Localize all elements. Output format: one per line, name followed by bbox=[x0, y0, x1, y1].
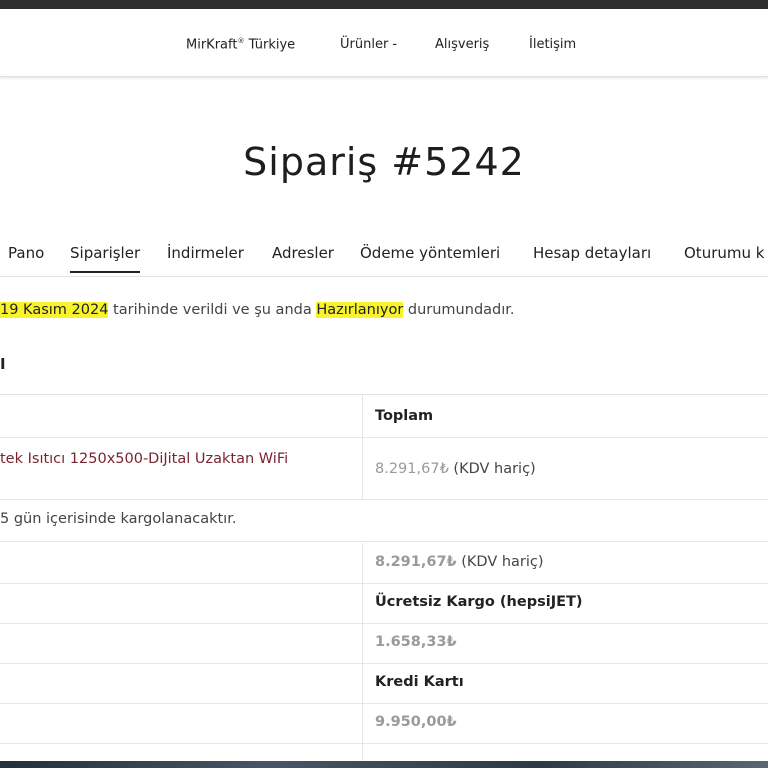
total-row: 9.950,00₺ bbox=[0, 703, 768, 744]
tax-value: 1.658,33₺ bbox=[375, 634, 457, 650]
shipping-row: Ücretsiz Kargo (hepsiJET) bbox=[0, 583, 768, 624]
payment-method-value: Kredi Kartı bbox=[375, 674, 464, 690]
tab-oturumu-kapat[interactable]: Oturumu k bbox=[684, 244, 764, 262]
tax-row: 1.658,33₺ bbox=[0, 623, 768, 664]
order-details-table: Toplam tek Isıtıcı 1250x500-DiJital Uzak… bbox=[0, 394, 768, 763]
column-divider bbox=[362, 395, 363, 437]
section-heading: I bbox=[0, 355, 6, 373]
product-total: 8.291,67₺ bbox=[375, 461, 449, 477]
subtotal-cell: 8.291,67₺ (KDV hariç) bbox=[375, 554, 544, 570]
site-navbar: MirKraft® Türkiye Ürünler - Alışveriş İl… bbox=[0, 9, 768, 77]
tab-odeme-yontemleri[interactable]: Ödeme yöntemleri bbox=[360, 244, 500, 262]
nav-item-iletisim[interactable]: İletişim bbox=[529, 37, 576, 52]
product-total-cell: 8.291,67₺ (KDV hariç) bbox=[375, 461, 536, 477]
status-text-end: durumundadır. bbox=[403, 302, 515, 318]
shipping-note: 5 gün içerisinde kargolanacaktır. bbox=[0, 511, 237, 527]
shipping-value: Ücretsiz Kargo (hepsiJET) bbox=[375, 594, 583, 610]
table-header-row: Toplam bbox=[0, 395, 768, 438]
nav-item-urunler[interactable]: Ürünler - bbox=[340, 37, 397, 52]
order-status-message: 19 Kasım 2024 tarihinde verildi ve şu an… bbox=[0, 302, 515, 318]
page-title: Sipariş #5242 bbox=[243, 140, 525, 184]
nav-item-alisveris[interactable]: Alışveriş bbox=[435, 37, 489, 52]
browser-top-bar bbox=[0, 0, 768, 9]
subtotal-row: 8.291,67₺ (KDV hariç) bbox=[0, 543, 768, 584]
order-date: 19 Kasım 2024 bbox=[0, 302, 109, 318]
product-tax-note: (KDV hariç) bbox=[448, 461, 536, 477]
tab-siparisler[interactable]: Siparişler bbox=[70, 244, 141, 273]
order-status-badge: Hazırlanıyor bbox=[316, 302, 404, 318]
tab-indirmeler[interactable]: İndirmeler bbox=[167, 244, 244, 262]
subtotal-value: 8.291,67₺ bbox=[375, 554, 457, 570]
subtotal-tax-note: (KDV hariç) bbox=[456, 554, 544, 570]
tab-hesap-detaylari[interactable]: Hesap detayları bbox=[533, 244, 651, 262]
status-text-middle: tarihinde verildi ve şu anda bbox=[108, 302, 317, 318]
header-total: Toplam bbox=[375, 408, 434, 424]
tab-pano[interactable]: Pano bbox=[8, 244, 44, 262]
nav-brand-link[interactable]: MirKraft® Türkiye bbox=[186, 37, 295, 52]
brand-name: MirKraft bbox=[186, 37, 238, 53]
taskbar-strip bbox=[0, 761, 768, 768]
shipping-note-row: 5 gün içerisinde kargolanacaktır. bbox=[0, 499, 768, 542]
payment-method-row: Kredi Kartı bbox=[0, 663, 768, 704]
column-divider bbox=[362, 437, 363, 499]
account-tabs: Pano Siparişler İndirmeler Adresler Ödem… bbox=[0, 240, 768, 277]
product-row: tek Isıtıcı 1250x500-DiJital Uzaktan WiF… bbox=[0, 437, 768, 500]
brand-suffix: Türkiye bbox=[244, 37, 296, 53]
product-link[interactable]: tek Isıtıcı 1250x500-DiJital Uzaktan WiF… bbox=[0, 451, 288, 467]
tab-adresler[interactable]: Adresler bbox=[272, 244, 334, 262]
total-value: 9.950,00₺ bbox=[375, 714, 457, 730]
column-divider bbox=[362, 543, 363, 763]
